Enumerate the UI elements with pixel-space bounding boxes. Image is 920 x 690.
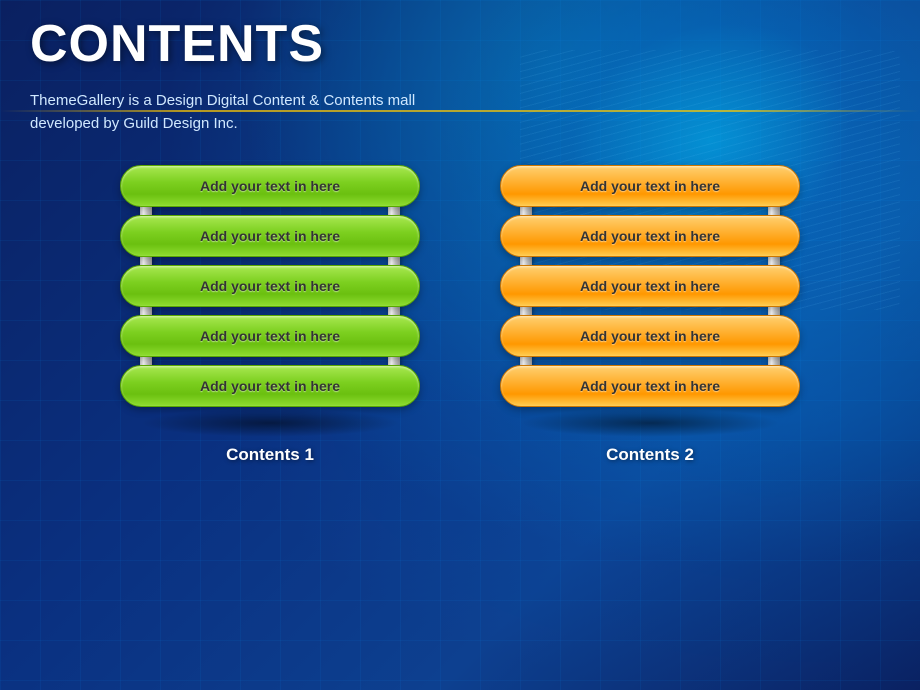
subtitle-text: ThemeGallery is a Design Digital Content…: [30, 90, 450, 135]
column-1: Add your text in here Add your text in h…: [110, 165, 430, 465]
bars-list-2: Add your text in here Add your text in h…: [490, 165, 810, 407]
main-content: CONTENTS ThemeGallery is a Design Digita…: [0, 0, 920, 690]
bar-2-5[interactable]: Add your text in here: [500, 365, 800, 407]
bar-2-2[interactable]: Add your text in here: [500, 215, 800, 257]
bar-1-4[interactable]: Add your text in here: [120, 315, 420, 357]
page-title: CONTENTS: [30, 18, 890, 70]
pole-shadow-2: [520, 409, 780, 437]
bar-2-1[interactable]: Add your text in here: [500, 165, 800, 207]
bars-list-1: Add your text in here Add your text in h…: [110, 165, 430, 407]
bar-1-5[interactable]: Add your text in here: [120, 365, 420, 407]
bar-2-3[interactable]: Add your text in here: [500, 265, 800, 307]
bar-2-4[interactable]: Add your text in here: [500, 315, 800, 357]
bar-1-3[interactable]: Add your text in here: [120, 265, 420, 307]
column-2-label: Contents 2: [606, 445, 694, 465]
bar-1-1[interactable]: Add your text in here: [120, 165, 420, 207]
columns-area: Add your text in here Add your text in h…: [30, 165, 890, 465]
bar-1-2[interactable]: Add your text in here: [120, 215, 420, 257]
column-2: Add your text in here Add your text in h…: [490, 165, 810, 465]
column-1-label: Contents 1: [226, 445, 314, 465]
pole-structure-2: Add your text in here Add your text in h…: [490, 165, 810, 407]
pole-shadow-1: [140, 409, 400, 437]
pole-structure-1: Add your text in here Add your text in h…: [110, 165, 430, 407]
